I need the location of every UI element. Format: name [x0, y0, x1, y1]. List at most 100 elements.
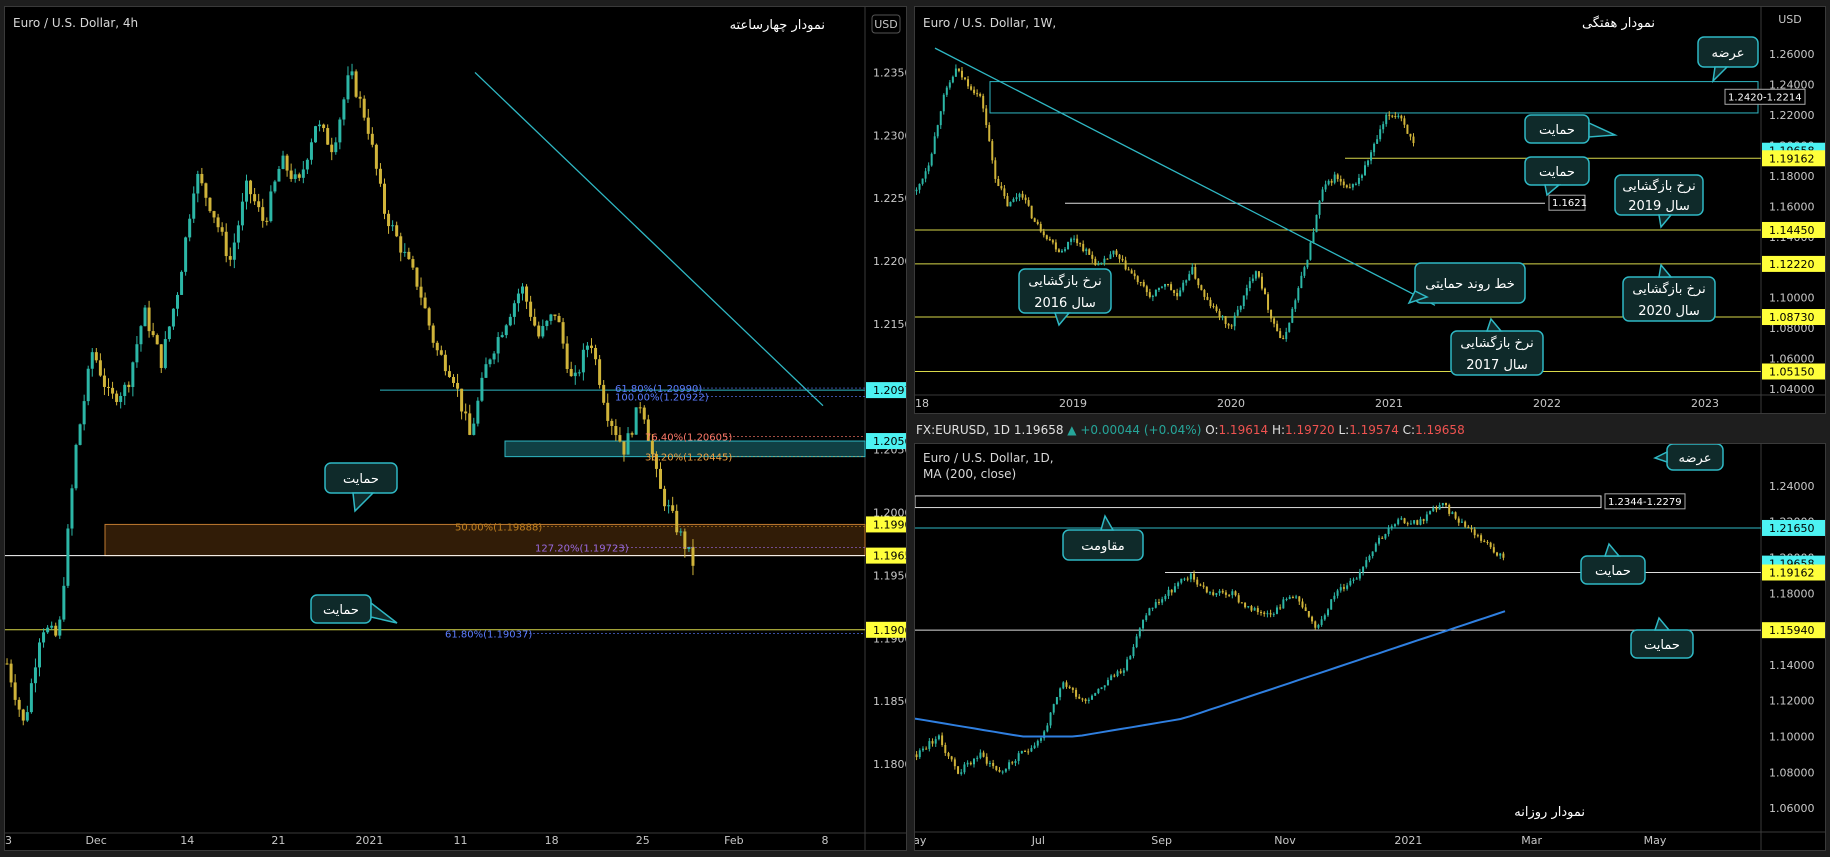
candle-body — [545, 320, 549, 327]
candle-body — [671, 505, 675, 511]
chart-title: Euro / U.S. Dollar, 4h — [13, 16, 138, 30]
currency-label: USD — [1778, 13, 1802, 26]
chart-weekly-svg[interactable]: Euro / U.S. Dollar, 1W, نمودار هفتگی USD… — [915, 7, 1826, 414]
candle-body — [1191, 266, 1194, 275]
y-tick-label: 1.23000 — [873, 129, 907, 142]
candle-body — [1342, 181, 1345, 186]
candle-body — [1345, 185, 1348, 188]
candle-body — [1068, 686, 1071, 688]
candle-body — [930, 153, 933, 166]
candle-body — [1017, 753, 1020, 761]
candle-body — [933, 136, 936, 154]
candle-body — [431, 325, 435, 343]
candle-body — [1315, 214, 1318, 233]
candle-body — [1106, 680, 1109, 686]
candle-body — [1279, 331, 1282, 338]
candle-body — [1059, 688, 1062, 698]
candle-body — [50, 625, 54, 628]
candle-body — [630, 433, 634, 435]
candle-body — [1084, 699, 1087, 701]
candle-body — [1282, 599, 1285, 609]
candle-body — [399, 236, 403, 253]
candle-body — [488, 359, 492, 365]
y-tick-label: 1.16000 — [1769, 200, 1815, 213]
candle-body — [1362, 566, 1365, 572]
candle-body — [1425, 514, 1428, 521]
y-tick-label: 1.26000 — [1769, 48, 1815, 61]
candle-body — [1167, 589, 1170, 596]
candle-body — [1138, 628, 1141, 637]
candle-body — [1218, 590, 1221, 594]
candle-body — [265, 220, 269, 222]
candle-body — [1094, 258, 1097, 265]
candle-body — [184, 237, 188, 272]
price-tag-label: 1.05150 — [1769, 366, 1815, 379]
candle-body — [606, 402, 610, 421]
candle-body — [1502, 553, 1505, 558]
candle-body — [1378, 537, 1381, 544]
candle-body — [151, 331, 155, 336]
chart-4h-svg[interactable]: Euro / U.S. Dollar, 4h نمودار چهارساعته … — [5, 7, 907, 851]
price-tag-label: 1.08730 — [1769, 311, 1815, 324]
candle-body — [561, 322, 565, 344]
candle-body — [921, 178, 924, 184]
candle-body — [1188, 274, 1191, 281]
candle-body — [1400, 115, 1403, 119]
candle-body — [944, 744, 947, 753]
annotation-pointer — [1053, 312, 1071, 327]
candle-body — [1193, 573, 1196, 580]
candle-body — [1432, 508, 1435, 512]
candle-body — [1476, 535, 1479, 537]
candle-body — [452, 377, 455, 383]
candle-body — [541, 326, 545, 337]
candle-body — [1406, 124, 1409, 134]
chart-panel-weekly[interactable]: Euro / U.S. Dollar, 1W, نمودار هفتگی USD… — [914, 6, 1826, 414]
candle-body — [948, 82, 951, 88]
y-tick-label: 1.04000 — [1769, 383, 1815, 396]
candle-body — [1355, 578, 1358, 580]
candle-body — [1167, 283, 1170, 285]
chart-daily-svg[interactable]: Euro / U.S. Dollar, 1D, MA (200, close) … — [915, 444, 1826, 851]
candle-body — [1233, 315, 1236, 327]
candle-body — [484, 364, 488, 378]
candle-body — [1272, 613, 1275, 615]
candle-body — [54, 625, 58, 636]
candle-body — [1291, 308, 1294, 323]
candle-body — [1103, 685, 1106, 688]
candle-body — [1288, 596, 1291, 599]
candle-body — [963, 764, 966, 773]
candle-body — [188, 218, 192, 238]
candle-body — [964, 77, 966, 80]
candle-body — [1148, 292, 1151, 297]
candle-body — [973, 89, 976, 94]
candle-body — [1039, 738, 1042, 741]
candle-body — [338, 119, 342, 143]
annotation-text: حمایت — [1539, 165, 1575, 180]
candle-body — [9, 663, 13, 683]
x-tick-label: 8 — [822, 834, 829, 847]
annotation-callout: نرخ بازگشایی سال 2019 — [1614, 174, 1704, 229]
chart-panel-4h[interactable]: Euro / U.S. Dollar, 4h نمودار چهارساعته … — [4, 6, 907, 851]
candle-body — [1136, 276, 1139, 282]
candle-body — [204, 183, 208, 198]
candle-body — [1254, 271, 1257, 279]
candle-body — [953, 759, 956, 767]
candle-body — [1416, 520, 1419, 525]
candle-body — [1124, 260, 1127, 270]
candle-body — [976, 757, 979, 759]
candle-body — [1018, 193, 1021, 198]
candle-body — [1250, 606, 1253, 611]
candle-body — [577, 372, 581, 374]
annotation-text: سال 2019 — [1628, 199, 1690, 214]
candle-body — [196, 173, 200, 194]
candle-body — [1082, 243, 1085, 252]
candle-body — [1489, 542, 1492, 548]
candle-body — [1009, 201, 1012, 207]
y-tick-label: 1.23500 — [873, 66, 907, 79]
candle-body — [573, 372, 577, 377]
candle-body — [934, 739, 937, 744]
candle-body — [951, 76, 954, 83]
candle-body — [176, 294, 179, 309]
candle-body — [1070, 238, 1073, 242]
chart-panel-daily[interactable]: Euro / U.S. Dollar, 1D, MA (200, close) … — [914, 443, 1826, 851]
